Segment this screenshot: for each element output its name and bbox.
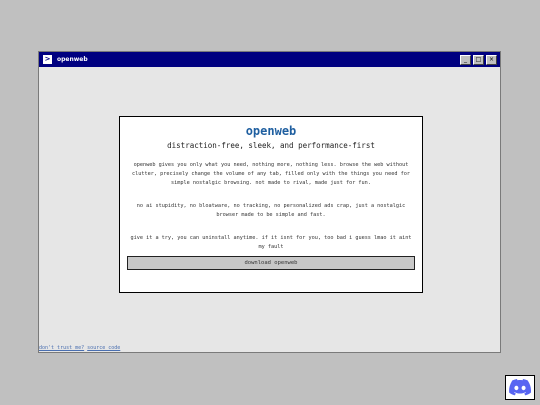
dont-trust-me-link[interactable]: don't trust me? [39,345,84,351]
app-icon: > [43,55,52,64]
close-button[interactable]: × [486,54,497,65]
window-title: openweb [57,56,88,63]
discord-button[interactable] [505,375,535,400]
discord-icon [509,379,531,396]
features-paragraph: no ai stupidity, no bloatware, no tracki… [136,203,406,218]
try-it-paragraph: give it a try, you can uninstall anytime… [130,235,412,250]
description-paragraph: openweb gives you only what you need, no… [132,162,410,186]
source-code-link[interactable]: source code [87,345,120,351]
info-card: openweb distraction-free, sleek, and per… [119,116,423,293]
download-button[interactable]: download openweb [127,256,415,270]
card-title: openweb [245,124,297,138]
maximize-button[interactable]: □ [473,54,484,65]
card-subtitle: distraction-free, sleek, and performance… [167,141,375,150]
footer-links: don't trust me? source code [39,345,120,352]
window-titlebar[interactable]: > openweb _ □ × [39,52,500,67]
minimize-button[interactable]: _ [460,54,471,65]
browser-window: > openweb _ □ × openweb distraction-free… [38,51,501,353]
